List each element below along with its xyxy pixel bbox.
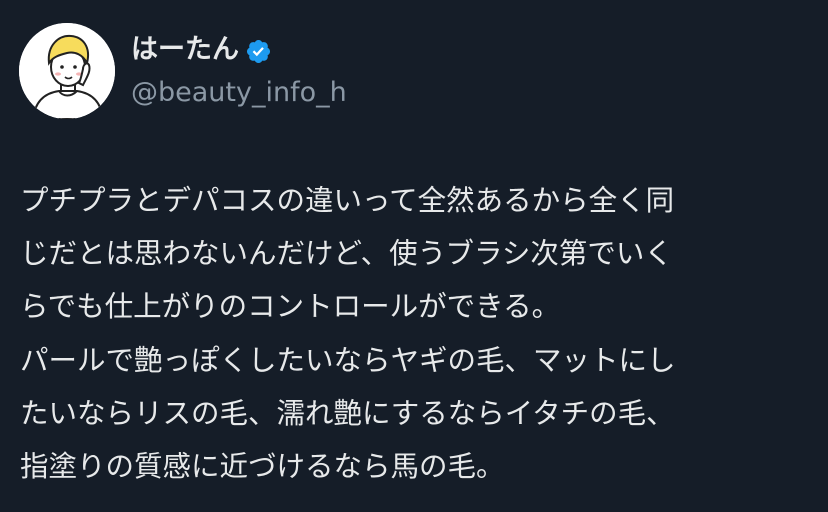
- avatar[interactable]: [19, 23, 115, 119]
- user-handle[interactable]: @beauty_info_h: [131, 73, 347, 113]
- tweet-text-line: プチプラとデパコスの違いって全然あるから全く同: [20, 184, 675, 217]
- display-name-text: はーたん: [131, 34, 239, 65]
- display-name[interactable]: はーたん: [131, 30, 272, 70]
- tweet-card: はーたん @beauty_info_h プチプラとデパコスの違いって全然あるから…: [0, 0, 828, 512]
- cartoon-person-avatar-icon: [19, 23, 115, 119]
- tweet-text-line: じだとは思わないんだけど、使うブラシ次第でいく: [20, 237, 673, 271]
- tweet-text-line: 指塗りの質感に近づけるなら馬の毛。: [20, 450, 505, 484]
- verified-badge-icon: [245, 37, 272, 64]
- tweet-text-line: たいならリスの毛、濡れ艶にするならイタチの毛、: [20, 396, 675, 430]
- tweet-text: プチプラとデパコスの違いって全然あるから全く同 じだとは思わないんだけど、使うブ…: [20, 174, 820, 493]
- tweet-text-line: らでも仕上がりのコントロールができる。: [20, 290, 561, 324]
- tweet-text-line: パールで艶っぽくしたいならヤギの毛、マットにし: [20, 343, 676, 377]
